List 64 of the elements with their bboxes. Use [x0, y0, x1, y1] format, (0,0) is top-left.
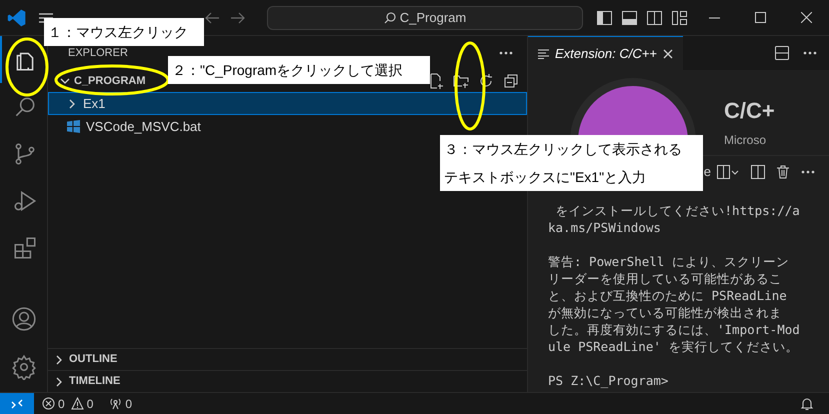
terminal-line: をインストールしてください!https://a	[554, 202, 801, 219]
minimize-icon	[708, 16, 720, 18]
close-icon[interactable]	[662, 48, 673, 58]
chevron-right-icon	[67, 98, 77, 108]
split-layout-icon[interactable]	[647, 10, 662, 24]
terminal-line: リーダーを使用している可能性があるこ	[548, 270, 783, 287]
app-logo-icon	[7, 8, 27, 28]
remote-button[interactable]	[0, 392, 34, 414]
sidebar-title: EXPLORER	[68, 46, 128, 61]
more-icon[interactable]	[803, 51, 817, 55]
terminal-line: 警告: PowerShell により、スクリーン	[548, 253, 790, 270]
antenna-icon	[109, 397, 122, 410]
chevron-right-icon	[54, 354, 64, 364]
settings-icon[interactable]	[10, 354, 36, 380]
panel-layout-icon[interactable]	[622, 10, 637, 24]
highlight-ellipse	[5, 37, 49, 97]
terminal-line: と、および互換性のために PSReadLine	[548, 287, 788, 304]
section-header[interactable]: OUTLINE	[48, 348, 527, 370]
split-editor-icon[interactable]	[775, 46, 789, 60]
refresh-icon[interactable]	[478, 73, 494, 89]
terminal-line: が無効になっている可能性が検出されま	[548, 304, 783, 321]
customize-layout-icon[interactable]	[672, 10, 687, 24]
remote-icon	[11, 398, 23, 408]
windows-file-icon	[67, 120, 80, 133]
collapse-all-icon[interactable]	[503, 73, 519, 89]
terminal-line: ka.ms/PSWindows	[548, 219, 662, 236]
split-terminal-dropdown-icon[interactable]	[717, 165, 739, 179]
back-arrow-icon[interactable]	[205, 12, 219, 24]
terminal-label: e	[704, 163, 711, 182]
chevron-down-icon	[60, 76, 70, 86]
search-icon	[384, 12, 396, 24]
callout-text: テキストボックスに"Ex1"と入力	[444, 168, 648, 187]
new-folder-icon[interactable]	[453, 73, 469, 89]
more-icon[interactable]	[801, 170, 815, 174]
problems-button[interactable]: 0 0	[42, 394, 94, 412]
new-file-icon[interactable]	[428, 73, 444, 89]
close-icon	[800, 12, 812, 23]
forward-arrow-icon[interactable]	[231, 12, 245, 24]
account-icon[interactable]	[10, 306, 36, 332]
ports-button[interactable]: 0	[109, 394, 132, 412]
more-icon[interactable]	[499, 51, 513, 55]
split-terminal-icon[interactable]	[751, 165, 765, 179]
tree-item[interactable]: Ex1	[48, 92, 527, 115]
warning-icon	[70, 397, 84, 410]
error-icon	[42, 397, 55, 410]
terminal-line: した。再度有効にするには、'Import-Mod	[548, 321, 801, 338]
bell-icon[interactable]	[800, 396, 814, 410]
callout-text: ３：マウス左クリックして表示される	[444, 140, 683, 159]
tree-item[interactable]: VSCode_MSVC.bat	[48, 115, 527, 138]
preview-lines-icon	[538, 48, 549, 58]
callout-text: １：マウス左クリック	[48, 23, 189, 42]
extensions-icon	[12, 234, 38, 260]
trash-icon[interactable]	[777, 165, 789, 179]
extension-publisher: Microso	[724, 132, 768, 149]
section-header[interactable]: TIMELINE	[48, 370, 527, 392]
extension-name: C/C+	[724, 97, 775, 125]
editor-tab[interactable]: Extension: C/C++	[528, 36, 683, 70]
sidebar-layout-icon[interactable]	[597, 10, 612, 24]
terminal-line: ule PSReadLine' を実行してください。	[548, 338, 800, 355]
maximize-icon	[754, 12, 766, 23]
terminal-line: PS Z:\C_Program>	[548, 372, 670, 389]
callout-text: ２："C_Programをクリックして選択	[172, 61, 404, 80]
chevron-right-icon	[54, 376, 64, 386]
search-field[interactable]: C_Program	[267, 6, 583, 30]
